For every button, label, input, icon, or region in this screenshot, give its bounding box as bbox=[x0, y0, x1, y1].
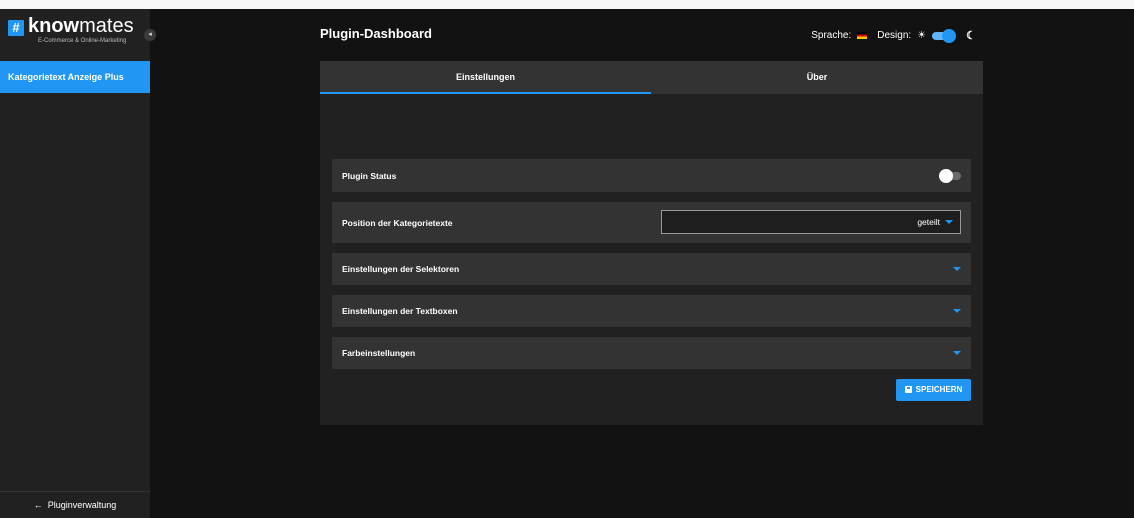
position-label: Position der Kategorietexte bbox=[342, 217, 453, 228]
app-frame: # knowmates E-Commerce & Online-Marketin… bbox=[0, 9, 1134, 518]
sidebar-item-kategorietext[interactable]: Kategorietext Anzeige Plus bbox=[0, 61, 150, 93]
logo-wordmark: knowmates bbox=[28, 15, 134, 38]
save-button[interactable]: SPEICHERN bbox=[896, 379, 971, 401]
logo-tagline: E-Commerce & Online-Marketing bbox=[38, 38, 127, 44]
accordion-selektoren[interactable]: Einstellungen der Selektoren bbox=[332, 253, 971, 285]
position-select-value: geteilt bbox=[917, 217, 940, 227]
save-label: SPEICHERN bbox=[915, 385, 963, 394]
header-controls: Sprache: Design: ☀ ☾ bbox=[811, 28, 976, 43]
design-toggle[interactable] bbox=[932, 28, 957, 43]
design-label: Design: bbox=[877, 30, 912, 41]
accordion-textboxen[interactable]: Einstellungen der Textboxen bbox=[332, 295, 971, 327]
position-select[interactable]: geteilt bbox=[661, 210, 961, 234]
arrow-left-icon: ← bbox=[33, 500, 43, 510]
moon-icon: ☾ bbox=[966, 30, 976, 42]
page-title: Plugin-Dashboard bbox=[320, 26, 432, 41]
logo-light: mates bbox=[79, 15, 134, 37]
plugin-status-row: Plugin Status bbox=[332, 159, 971, 192]
settings-card: Einstellungen Über Plugin Status Positio… bbox=[320, 61, 983, 425]
plugin-status-switch[interactable] bbox=[939, 168, 961, 183]
tab-bar: Einstellungen Über bbox=[320, 61, 983, 94]
logo-hash-icon: # bbox=[8, 20, 24, 36]
language-label: Sprache: bbox=[811, 30, 852, 41]
sun-icon: ☀ bbox=[917, 30, 927, 41]
caret-down-icon bbox=[953, 309, 961, 313]
back-to-plugin-management[interactable]: ← Pluginverwaltung bbox=[0, 491, 150, 518]
caret-down-icon bbox=[945, 220, 953, 224]
german-flag-icon[interactable] bbox=[857, 32, 868, 39]
accordion-farbeinstellungen[interactable]: Farbeinstellungen bbox=[332, 337, 971, 369]
logo-bold: know bbox=[28, 15, 80, 37]
tab-einstellungen[interactable]: Einstellungen bbox=[320, 61, 651, 94]
caret-down-icon bbox=[953, 351, 961, 355]
chevron-left-icon[interactable]: ◂ bbox=[144, 29, 156, 41]
sidebar: # knowmates E-Commerce & Online-Marketin… bbox=[0, 9, 156, 518]
logo: # knowmates E-Commerce & Online-Marketin… bbox=[8, 15, 146, 48]
tab-ueber[interactable]: Über bbox=[651, 61, 983, 94]
accordion-selektoren-label: Einstellungen der Selektoren bbox=[342, 264, 460, 274]
floppy-disk-icon bbox=[904, 386, 912, 393]
accordion-farbeinstellungen-label: Farbeinstellungen bbox=[342, 348, 416, 358]
accordion-textboxen-label: Einstellungen der Textboxen bbox=[342, 306, 458, 316]
back-label: Pluginverwaltung bbox=[47, 500, 117, 510]
plugin-status-label: Plugin Status bbox=[342, 170, 397, 181]
position-row: Position der Kategorietexte geteilt bbox=[332, 202, 971, 243]
caret-down-icon bbox=[953, 267, 961, 271]
